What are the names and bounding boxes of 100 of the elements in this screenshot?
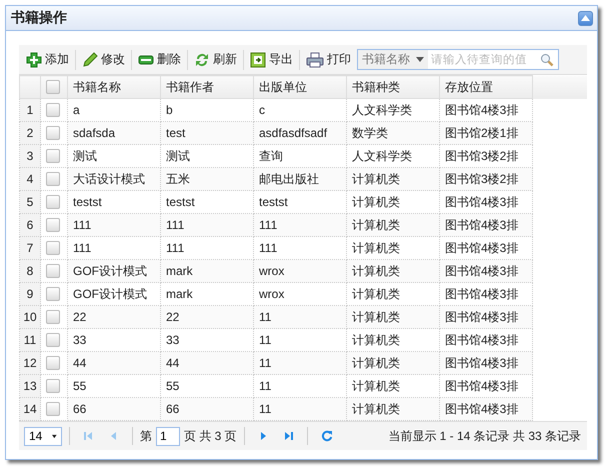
table-cell: 111 (166, 218, 184, 232)
table-cell: 33 (73, 333, 86, 347)
table-cell: 11 (259, 379, 272, 393)
row-checkbox[interactable] (46, 402, 60, 416)
caret-icon (581, 15, 590, 21)
table-cell: 图书馆2楼1排 (445, 126, 518, 140)
table-cell: testst (259, 195, 288, 209)
row-checkbox[interactable] (46, 264, 60, 278)
pencil-icon (82, 52, 98, 68)
table-cell: mark (166, 264, 193, 278)
table-cell: b (166, 103, 173, 117)
page-label: 第 (140, 428, 152, 444)
table-cell: 33 (166, 333, 180, 347)
table-cell: 图书馆3楼2排 (445, 148, 518, 162)
table-cell: 计算机类 (352, 402, 400, 416)
table-cell: 111 (166, 241, 184, 255)
table-cell: 计算机类 (352, 310, 400, 324)
toolbar-button[interactable]: 删除 (134, 48, 185, 72)
select-all-checkbox[interactable] (46, 80, 60, 94)
table-cell: sdafsda (73, 126, 116, 140)
row-number: 10 (23, 310, 37, 324)
search-icon[interactable] (540, 52, 554, 66)
table-cell: 11 (259, 333, 272, 347)
row-checkbox[interactable] (46, 356, 60, 370)
row-number: 7 (26, 241, 34, 255)
table-cell: 计算机类 (352, 240, 400, 254)
record-info: 当前显示 1 - 14 条记录 共 33 条记录 (388, 428, 581, 444)
collapse-button[interactable] (578, 10, 593, 26)
row-checkbox[interactable] (46, 172, 60, 186)
table-cell: a (73, 103, 80, 117)
reload-icon (320, 430, 333, 442)
table-cell: 图书馆4楼3排 (445, 378, 518, 392)
page-field[interactable]: 1 (156, 426, 180, 446)
table-cell: 111 (259, 241, 278, 255)
table-cell: 图书馆4楼3排 (445, 286, 518, 300)
toolbar-button[interactable]: 修改 (78, 48, 129, 72)
table-cell: testst (73, 195, 102, 209)
table-cell: 人文科学类 (352, 102, 412, 116)
row-checkbox[interactable] (46, 218, 60, 232)
table-cell: 计算机类 (352, 218, 400, 232)
table-cell: 测试 (166, 148, 190, 162)
row-number: 6 (26, 218, 34, 232)
row-checkbox[interactable] (46, 103, 60, 118)
table-cell: 44 (166, 356, 180, 370)
table-cell: 邮电出版社 (259, 172, 319, 186)
table-cell: 图书馆4楼3排 (445, 194, 518, 208)
row-checkbox[interactable] (46, 241, 60, 256)
table-cell: 图书馆4楼3排 (445, 102, 518, 116)
toolbar-button[interactable]: 打印 (302, 48, 355, 72)
table-cell: 大话设计模式 (73, 172, 145, 186)
table-cell: 22 (166, 310, 180, 324)
row-checkbox[interactable] (46, 310, 60, 324)
table-cell: GOF设计模式 (73, 286, 147, 300)
table-cell: asdfasdfsadf (259, 126, 328, 140)
row-number: 13 (23, 379, 37, 393)
table-cell: 111 (259, 218, 278, 232)
table-cell: wrox (259, 287, 284, 301)
row-number: 2 (26, 126, 34, 140)
toolbar-button[interactable]: 刷新 (190, 48, 241, 72)
row-number: 12 (23, 356, 37, 370)
table-cell: 11 (259, 356, 272, 370)
table-cell: 计算机类 (352, 172, 400, 186)
table-cell: 查询 (259, 148, 283, 162)
row-number: 11 (24, 333, 36, 347)
table-cell: 图书馆4楼3排 (445, 264, 518, 278)
field-dropdown[interactable]: 书籍名称 (358, 50, 428, 69)
row-checkbox[interactable] (46, 379, 60, 394)
table-cell: 计算机类 (352, 194, 400, 208)
row-checkbox[interactable] (46, 287, 60, 302)
table-cell: 111 (73, 241, 92, 255)
table-cell: 111 (73, 218, 92, 232)
last-page-icon (284, 431, 294, 441)
page-size-select[interactable]: 14 (24, 426, 62, 446)
panel-title: 书籍操作 (11, 9, 67, 27)
page-total: 页 共 3 页 (184, 428, 237, 444)
table-cell: 11 (259, 402, 272, 416)
plus-icon (26, 52, 42, 68)
table-cell: 图书馆4楼3排 (445, 240, 518, 254)
row-number: 1 (26, 103, 34, 117)
row-checkbox[interactable] (46, 333, 60, 348)
row-checkbox[interactable] (46, 149, 60, 164)
toolbar-button[interactable]: 导出 (246, 48, 297, 72)
table-cell: 图书馆4楼3排 (445, 218, 518, 232)
row-checkbox[interactable] (46, 126, 60, 140)
table-cell: 五米 (166, 172, 190, 186)
row-checkbox[interactable] (46, 195, 60, 210)
row-number: 5 (26, 195, 34, 209)
row-number: 14 (23, 402, 37, 416)
table-cell: wrox (259, 264, 284, 278)
toolbar-button[interactable]: 添加 (22, 48, 73, 72)
table-cell: 图书馆4楼3排 (445, 310, 518, 324)
table-cell: 测试 (73, 148, 97, 162)
table-cell: 计算机类 (352, 378, 400, 392)
table-cell: mark (166, 287, 193, 301)
table-cell: GOF设计模式 (73, 264, 147, 278)
refresh-icon (194, 52, 210, 68)
first-page-icon (83, 431, 93, 441)
table-cell: 图书馆4楼3排 (445, 356, 518, 370)
table-cell: 计算机类 (352, 356, 400, 370)
table-cell: 图书馆4楼3排 (445, 332, 518, 346)
